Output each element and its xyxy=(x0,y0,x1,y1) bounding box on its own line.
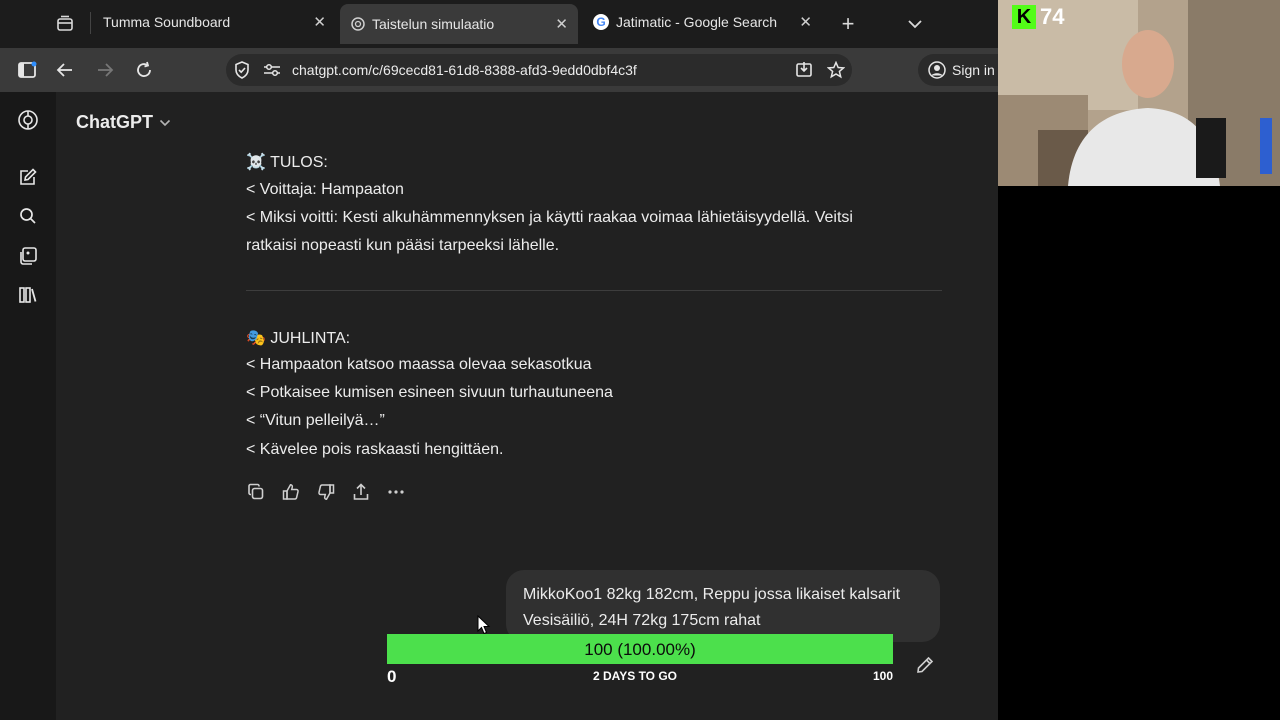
tab-label: Jatimatic - Google Search xyxy=(616,14,778,30)
user-message-bubble: MikkoKoo1 82kg 182cm, Reppu jossa likais… xyxy=(506,570,940,642)
tab-jatimatic-google-search[interactable]: G Jatimatic - Google Search ✕ xyxy=(582,0,822,44)
svg-text:G: G xyxy=(596,15,605,29)
goal-progress-bar: 100 (100.00%) xyxy=(387,634,893,664)
tab-bar: Tumma Soundboard ✕ Taistelun simulaatio … xyxy=(0,0,998,48)
model-name: ChatGPT xyxy=(76,112,154,132)
message-line: < “Vitun pelleilyä…” xyxy=(246,412,385,429)
tab-list-chevron-icon[interactable] xyxy=(904,13,926,35)
openai-logo-icon[interactable] xyxy=(16,108,40,132)
profile-icon xyxy=(928,61,946,79)
message-line: < Kävelee pois raskaasti hengittäen. xyxy=(246,441,504,458)
new-chat-icon[interactable] xyxy=(17,166,39,188)
back-arrow-icon[interactable] xyxy=(52,58,78,82)
site-settings-icon[interactable] xyxy=(262,60,282,80)
thumbs-up-icon[interactable] xyxy=(279,480,303,504)
url-text: chatgpt.com/c/69cecd81-61d8-8388-afd3-9e… xyxy=(292,62,637,78)
sidebar-toggle-icon[interactable] xyxy=(14,58,40,82)
kick-viewer-badge: K 74 xyxy=(1012,4,1064,30)
toolbar: chatgpt.com/c/69cecd81-61d8-8388-afd3-9e… xyxy=(0,48,998,92)
reload-icon[interactable] xyxy=(131,58,157,82)
share-icon[interactable] xyxy=(349,480,373,504)
google-favicon-icon: G xyxy=(592,13,610,31)
goal-countdown-label: 2 DAYS TO GO xyxy=(592,669,678,683)
viewer-count: 74 xyxy=(1040,4,1065,29)
browser-window: Tumma Soundboard ✕ Taistelun simulaatio … xyxy=(0,0,998,720)
message-line: < Hampaaton katsoo maassa olevaa sekasot… xyxy=(246,356,592,373)
message-line: < Voittaja: Hampaaton xyxy=(246,181,404,198)
search-icon[interactable] xyxy=(17,205,39,227)
forward-arrow-icon[interactable] xyxy=(92,58,118,82)
new-tab-button[interactable]: + xyxy=(836,10,860,38)
library-icon[interactable] xyxy=(17,284,39,306)
shield-icon[interactable] xyxy=(232,60,252,80)
message-divider xyxy=(246,290,942,291)
address-bar[interactable]: chatgpt.com/c/69cecd81-61d8-8388-afd3-9e… xyxy=(226,54,852,86)
goal-progress-text: 100 (100.00%) xyxy=(584,640,696,659)
sidebar xyxy=(0,92,56,720)
chatgpt-page: ChatGPT ☠️ TULOS: < Voittaja: Hampaaton … xyxy=(0,92,998,720)
copy-icon[interactable] xyxy=(244,480,268,504)
install-app-icon[interactable] xyxy=(792,59,816,81)
close-icon[interactable]: ✕ xyxy=(799,13,812,31)
chevron-down-icon xyxy=(159,119,171,127)
sign-in-button[interactable]: Sign in xyxy=(918,54,998,86)
tab-label: Taistelun simulaatio xyxy=(372,16,495,32)
kick-logo-icon: K xyxy=(1012,5,1036,29)
close-icon[interactable]: ✕ xyxy=(555,15,568,33)
message-line: < Miksi voitti: Kesti alkuhämmennyksen j… xyxy=(246,209,853,226)
edit-message-icon[interactable] xyxy=(914,654,936,676)
message-line: < Potkaisee kumisen esineen sivuun turha… xyxy=(246,384,613,401)
tab-actions-icon[interactable] xyxy=(52,12,78,36)
message-line: ratkaisi nopeasti kun pääsi tarpeeksi lä… xyxy=(246,237,560,254)
images-icon[interactable] xyxy=(17,245,39,267)
more-options-icon[interactable] xyxy=(384,480,408,504)
tab-label: Tumma Soundboard xyxy=(103,14,231,30)
tab-taistelun-simulaatio[interactable]: Taistelun simulaatio ✕ xyxy=(340,4,578,44)
chatgpt-favicon-icon xyxy=(350,16,366,32)
model-selector[interactable]: ChatGPT xyxy=(76,112,171,133)
mouse-cursor-icon xyxy=(477,615,491,635)
goal-max-label: 100 xyxy=(873,669,894,683)
user-message-line: MikkoKoo1 82kg 182cm, Reppu jossa likais… xyxy=(523,586,901,603)
bookmark-star-icon[interactable] xyxy=(824,59,848,81)
goal-min-label: 0 xyxy=(387,667,397,686)
close-icon[interactable]: ✕ xyxy=(313,13,326,31)
message-heading-celebration: 🎭 JUHLINTA: xyxy=(246,330,351,347)
tab-tumma-soundboard[interactable]: Tumma Soundboard ✕ xyxy=(90,0,336,44)
sign-in-label: Sign in xyxy=(952,62,995,78)
user-message-line: Vesisäiliö, 24H 72kg 175cm rahat xyxy=(523,612,761,629)
thumbs-down-icon[interactable] xyxy=(314,480,338,504)
message-heading-result: ☠️ TULOS: xyxy=(246,154,328,171)
